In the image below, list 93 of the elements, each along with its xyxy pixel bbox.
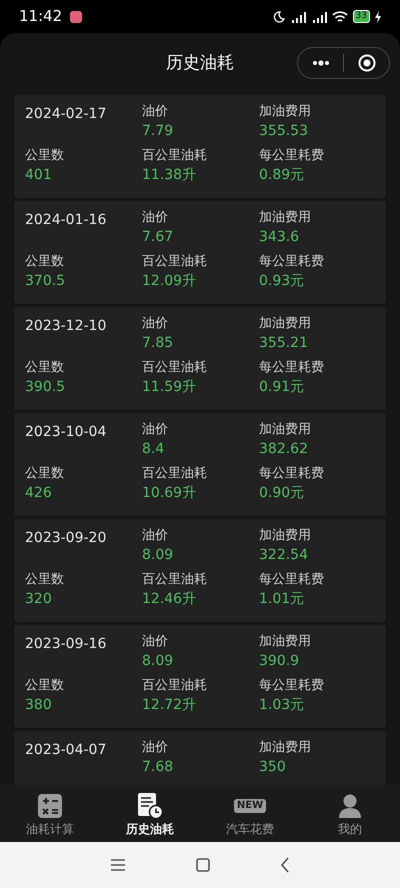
distance-value: 426 <box>25 484 53 503</box>
price-value: 7.67 <box>142 228 174 247</box>
cost-label: 加油费用 <box>259 633 312 651</box>
cost-value: 355.53 <box>259 122 309 141</box>
distance-value: 320 <box>25 590 53 609</box>
cost-per-km-label: 每公里耗费 <box>259 677 325 695</box>
price-value: 8.09 <box>142 546 174 565</box>
record-date: 2023-04-07 <box>25 741 108 760</box>
cost-per-km-label: 每公里耗费 <box>259 359 325 377</box>
app-notification-icon <box>70 10 82 22</box>
menu-icon[interactable] <box>110 858 126 872</box>
consumption-label: 百公里油耗 <box>142 359 208 377</box>
cost-value: 350 <box>259 758 287 777</box>
distance-label: 公里数 <box>25 147 65 165</box>
record-date: 2023-09-20 <box>25 529 108 548</box>
cost-label: 加油费用 <box>259 103 312 121</box>
document-clock-icon <box>137 793 163 819</box>
price-value: 8.09 <box>142 652 174 671</box>
consumption-label: 百公里油耗 <box>142 465 208 483</box>
battery-level: 33 <box>352 10 370 23</box>
consumption-value: 10.69升 <box>142 484 198 503</box>
charging-icon <box>375 10 381 22</box>
consumption-label: 百公里油耗 <box>142 253 208 271</box>
distance-value: 370.5 <box>25 272 66 291</box>
price-label: 油价 <box>142 315 169 333</box>
cost-per-km-value: 0.89元 <box>259 166 306 185</box>
distance-label: 公里数 <box>25 571 65 589</box>
record-date: 2024-01-16 <box>25 211 108 230</box>
consumption-label: 百公里油耗 <box>142 571 208 589</box>
cost-label: 加油费用 <box>259 527 312 545</box>
cost-per-km-value: 0.93元 <box>259 272 306 291</box>
price-value: 7.68 <box>142 758 174 777</box>
record-date: 2024-02-17 <box>25 105 108 124</box>
signal-icon <box>310 10 327 22</box>
new-badge: NEW <box>234 799 266 813</box>
signal-icon <box>290 10 306 22</box>
person-icon <box>339 794 361 818</box>
cost-per-km-label: 每公里耗费 <box>259 253 325 271</box>
back-icon[interactable] <box>280 857 290 873</box>
consumption-value: 11.59升 <box>142 378 198 397</box>
record-date: 2023-10-04 <box>25 423 108 442</box>
distance-value: 401 <box>25 166 53 185</box>
price-label: 油价 <box>142 633 169 651</box>
price-label: 油价 <box>142 103 169 121</box>
cost-per-km-value: 1.01元 <box>259 590 306 609</box>
cost-label: 加油费用 <box>259 421 312 439</box>
consumption-value: 12.09升 <box>142 272 198 291</box>
tab-bar-item[interactable]: NEW 汽车花费 <box>200 785 300 842</box>
distance-value: 390.5 <box>25 378 66 397</box>
price-value: 7.85 <box>142 334 174 353</box>
consumption-value: 12.72升 <box>142 696 198 715</box>
tab-bar-item[interactable]: 我的 <box>300 785 400 842</box>
distance-value: 380 <box>25 696 53 715</box>
cost-value: 322.54 <box>259 546 309 565</box>
more-icon <box>312 60 330 66</box>
distance-label: 公里数 <box>25 465 65 483</box>
distance-label: 公里数 <box>25 253 65 271</box>
price-label: 油价 <box>142 421 169 439</box>
distance-label: 公里数 <box>25 677 65 695</box>
tab-bar-item[interactable]: 油耗计算 <box>0 785 100 842</box>
cost-label: 加油费用 <box>259 739 312 757</box>
price-value: 7.79 <box>142 122 174 141</box>
price-value: 8.4 <box>142 440 166 459</box>
cost-per-km-value: 1.03元 <box>259 696 306 715</box>
cost-value: 355.21 <box>259 334 309 353</box>
cost-value: 390.9 <box>259 652 300 671</box>
target-icon <box>358 54 376 72</box>
cost-label: 加油费用 <box>259 315 312 333</box>
wifi-icon <box>332 10 348 22</box>
cost-per-km-label: 每公里耗费 <box>259 571 325 589</box>
record-date: 2023-09-16 <box>25 635 108 654</box>
price-label: 油价 <box>142 739 169 757</box>
consumption-label: 百公里油耗 <box>142 147 208 165</box>
price-label: 油价 <box>142 209 169 227</box>
consumption-value: 12.46升 <box>142 590 198 609</box>
page-title: 历史油耗 <box>166 52 234 76</box>
cost-label: 加油费用 <box>259 209 312 227</box>
cost-per-km-value: 0.90元 <box>259 484 306 503</box>
consumption-label: 百公里油耗 <box>142 677 208 695</box>
calculator-icon <box>38 794 62 818</box>
cost-per-km-label: 每公里耗费 <box>259 465 325 483</box>
consumption-value: 11.38升 <box>142 166 198 185</box>
cost-value: 343.6 <box>259 228 300 247</box>
price-label: 油价 <box>142 527 169 545</box>
cost-value: 382.62 <box>259 440 309 459</box>
record-date: 2023-12-10 <box>25 317 108 336</box>
home-icon[interactable] <box>196 858 210 872</box>
distance-label: 公里数 <box>25 359 65 377</box>
moon-icon <box>272 10 285 22</box>
cost-per-km-value: 0.91元 <box>259 378 306 397</box>
status-time: 11:42 <box>19 6 62 28</box>
cost-per-km-label: 每公里耗费 <box>259 147 325 165</box>
tab-bar-item[interactable]: 历史油耗 <box>100 785 200 842</box>
